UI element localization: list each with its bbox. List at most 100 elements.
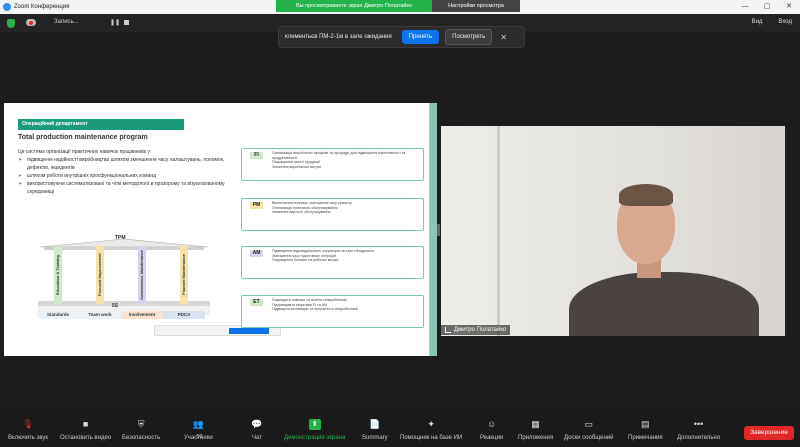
chat-button[interactable]: 💬 Чат: [251, 419, 263, 447]
video-camera-icon: ■: [82, 419, 89, 429]
sign-in-button[interactable]: Вход: [778, 19, 792, 25]
share-banner: Вы просматриваете экран Дмитро Полатайко: [276, 0, 432, 12]
department-header: Операційний департамент: [18, 119, 184, 130]
whiteboard-icon: ▭: [584, 419, 593, 429]
title-bar: Zoom Конференция Вы просматриваете экран…: [0, 0, 800, 14]
slide-bullet: використовуючи систематизовані та чіткі …: [18, 180, 238, 196]
base-team-work: Team work: [79, 311, 121, 319]
participants-label: Участники: [184, 435, 213, 441]
minimize-button[interactable]: —: [734, 0, 756, 14]
slide-intro: Це система організації практичних навичо…: [18, 149, 152, 155]
top-right-controls: Вид Вход: [752, 19, 792, 25]
summary-label: Summary: [362, 435, 388, 441]
microphone-muted-icon: 🎙: [22, 419, 34, 429]
pause-recording-button[interactable]: ❚❚: [110, 19, 120, 26]
house-base: Standards Team work Involvement PDCA: [37, 311, 205, 319]
reactions-button[interactable]: ☺ Реакции: [480, 419, 503, 447]
participants-button[interactable]: 👥50 Участники: [184, 419, 213, 447]
recording-dot-icon: [29, 20, 33, 25]
base-standards: Standards: [37, 311, 79, 319]
security-shield-icon[interactable]: [7, 19, 15, 28]
card-item: Оптимізація виробничих процесів та проце…: [272, 151, 406, 160]
card-tag: AM: [250, 250, 263, 257]
chat-label: Чат: [252, 435, 262, 441]
reactions-label: Реакции: [480, 435, 504, 441]
unmute-button[interactable]: 🎙 Включить звук: [8, 419, 48, 447]
stop-recording-button[interactable]: [124, 20, 129, 25]
zoom-logo-icon: [3, 3, 11, 11]
base-pdca: PDCA: [163, 311, 205, 319]
card-items: Виключення поломок, зменшення часу ремон…: [272, 201, 420, 215]
see-waiting-room-button[interactable]: Посмотреть: [445, 29, 493, 45]
card-tag: FI: [250, 152, 263, 159]
waiting-room-text: клементьєв ПМ-2-1м в зале ожидания: [285, 34, 392, 40]
card-item: Зниження вартості обслуговування: [272, 210, 331, 215]
apps-icon: ▦: [531, 419, 540, 429]
slide-bullet: шляхом роботи внутрішніх кросфункціональ…: [18, 172, 238, 180]
slideshow-active-control[interactable]: [229, 328, 269, 334]
card-am: AM Підвищення відповідальності операторі…: [241, 246, 424, 279]
stop-video-label: Остановить видео: [60, 435, 112, 441]
summary-button[interactable]: 📄 Summary: [362, 419, 388, 447]
notes-label: Примечания: [628, 435, 663, 441]
slide-body: Це система організації практичних навичо…: [18, 148, 238, 196]
foundation-5s: 5S: [112, 303, 119, 309]
split-divider-handle[interactable]: [437, 224, 440, 236]
card-items: Покращити навички та знання співробітник…: [272, 298, 420, 312]
video-doorframe: [497, 126, 500, 336]
end-meeting-button[interactable]: Завершение: [744, 426, 794, 440]
summary-icon: 📄: [369, 419, 381, 429]
view-settings-button[interactable]: Настройки просмотра: [432, 0, 520, 12]
close-window-button[interactable]: ✕: [778, 0, 800, 14]
card-tag: ET: [250, 299, 263, 306]
card-item: Покращення безпеки на робочих місцях: [272, 258, 339, 263]
participant-name-tag: Дмитро Полатайко: [441, 325, 511, 335]
zoom-window: Zoom Конференция Вы просматриваете экран…: [0, 0, 800, 447]
close-icon[interactable]: ✕: [500, 33, 507, 42]
ai-companion-label: Помощник на базе ИИ: [400, 435, 463, 441]
more-button[interactable]: ••• Дополнительно: [677, 419, 720, 447]
participant-name: Дмитро Полатайко: [454, 327, 507, 333]
participant-hair: [619, 184, 673, 206]
card-fi: FI Оптимізація виробничих процесів та пр…: [241, 148, 424, 181]
share-screen-button[interactable]: ⬆ Демонстрация экрана: [284, 419, 345, 447]
security-button[interactable]: ⛨ Безопасность: [122, 419, 160, 447]
reactions-icon: ☺: [486, 419, 497, 429]
view-button[interactable]: Вид: [752, 19, 763, 25]
participant-video-tile[interactable]: Дмитро Полатайко: [441, 126, 785, 336]
meeting-toolbar: 🎙 Включить звук ■ Остановить видео ⛨ Без…: [0, 413, 800, 447]
apps-button[interactable]: ▦ Приложения: [518, 419, 553, 447]
card-item: Зниження виробничих витрат: [272, 164, 322, 169]
participant-body: [569, 272, 759, 336]
presentation-slide: Операційний департамент Total production…: [4, 103, 429, 356]
recording-status: Запись...: [54, 19, 79, 25]
card-items: Оптимізація виробничих процесів та проце…: [272, 151, 420, 169]
security-icon: ⛨: [137, 419, 145, 429]
window-controls: — ▢ ✕: [734, 0, 800, 14]
stop-video-button[interactable]: ■ Остановить видео: [60, 419, 111, 447]
pillar-planned-maintenance: Planned Maintenance: [180, 246, 188, 304]
whiteboards-label: Доски сообщений: [564, 435, 614, 441]
sparkle-icon: ✦: [427, 419, 435, 429]
card-tag: PM: [250, 202, 263, 209]
more-label: Дополнительно: [677, 435, 721, 441]
pillar-autonomous-maintenance: Autonomous Maintenance: [138, 246, 146, 304]
share-screen-icon: ⬆: [308, 419, 321, 430]
card-item: Підвищити мотивацію та залученість співр…: [272, 307, 358, 312]
card-et: ET Покращити навички та знання співробіт…: [241, 295, 424, 328]
waiting-room-notification: клементьєв ПМ-2-1м в зале ожидания Приня…: [278, 26, 525, 48]
tpm-roof-label: TPM: [115, 235, 126, 241]
admit-button[interactable]: Принять: [401, 30, 440, 44]
more-icon: •••: [693, 419, 704, 429]
chat-icon: 💬: [251, 419, 263, 429]
card-items: Підвищення відповідальності операторів з…: [272, 249, 420, 263]
ai-companion-button[interactable]: ✦ Помощник на базе ИИ: [400, 419, 462, 447]
unmute-label: Включить звук: [8, 435, 49, 441]
notes-button[interactable]: ▤ Примечания: [628, 419, 663, 447]
participants-icon: 👥50: [192, 419, 204, 440]
window-title: Zoom Конференция: [14, 4, 70, 10]
maximize-button[interactable]: ▢: [756, 0, 778, 14]
whiteboards-button[interactable]: ▭ Доски сообщений: [564, 419, 614, 447]
card-pm: PM Виключення поломок, зменшення часу ре…: [241, 198, 424, 231]
share-screen-label: Демонстрация экрана: [284, 435, 346, 441]
